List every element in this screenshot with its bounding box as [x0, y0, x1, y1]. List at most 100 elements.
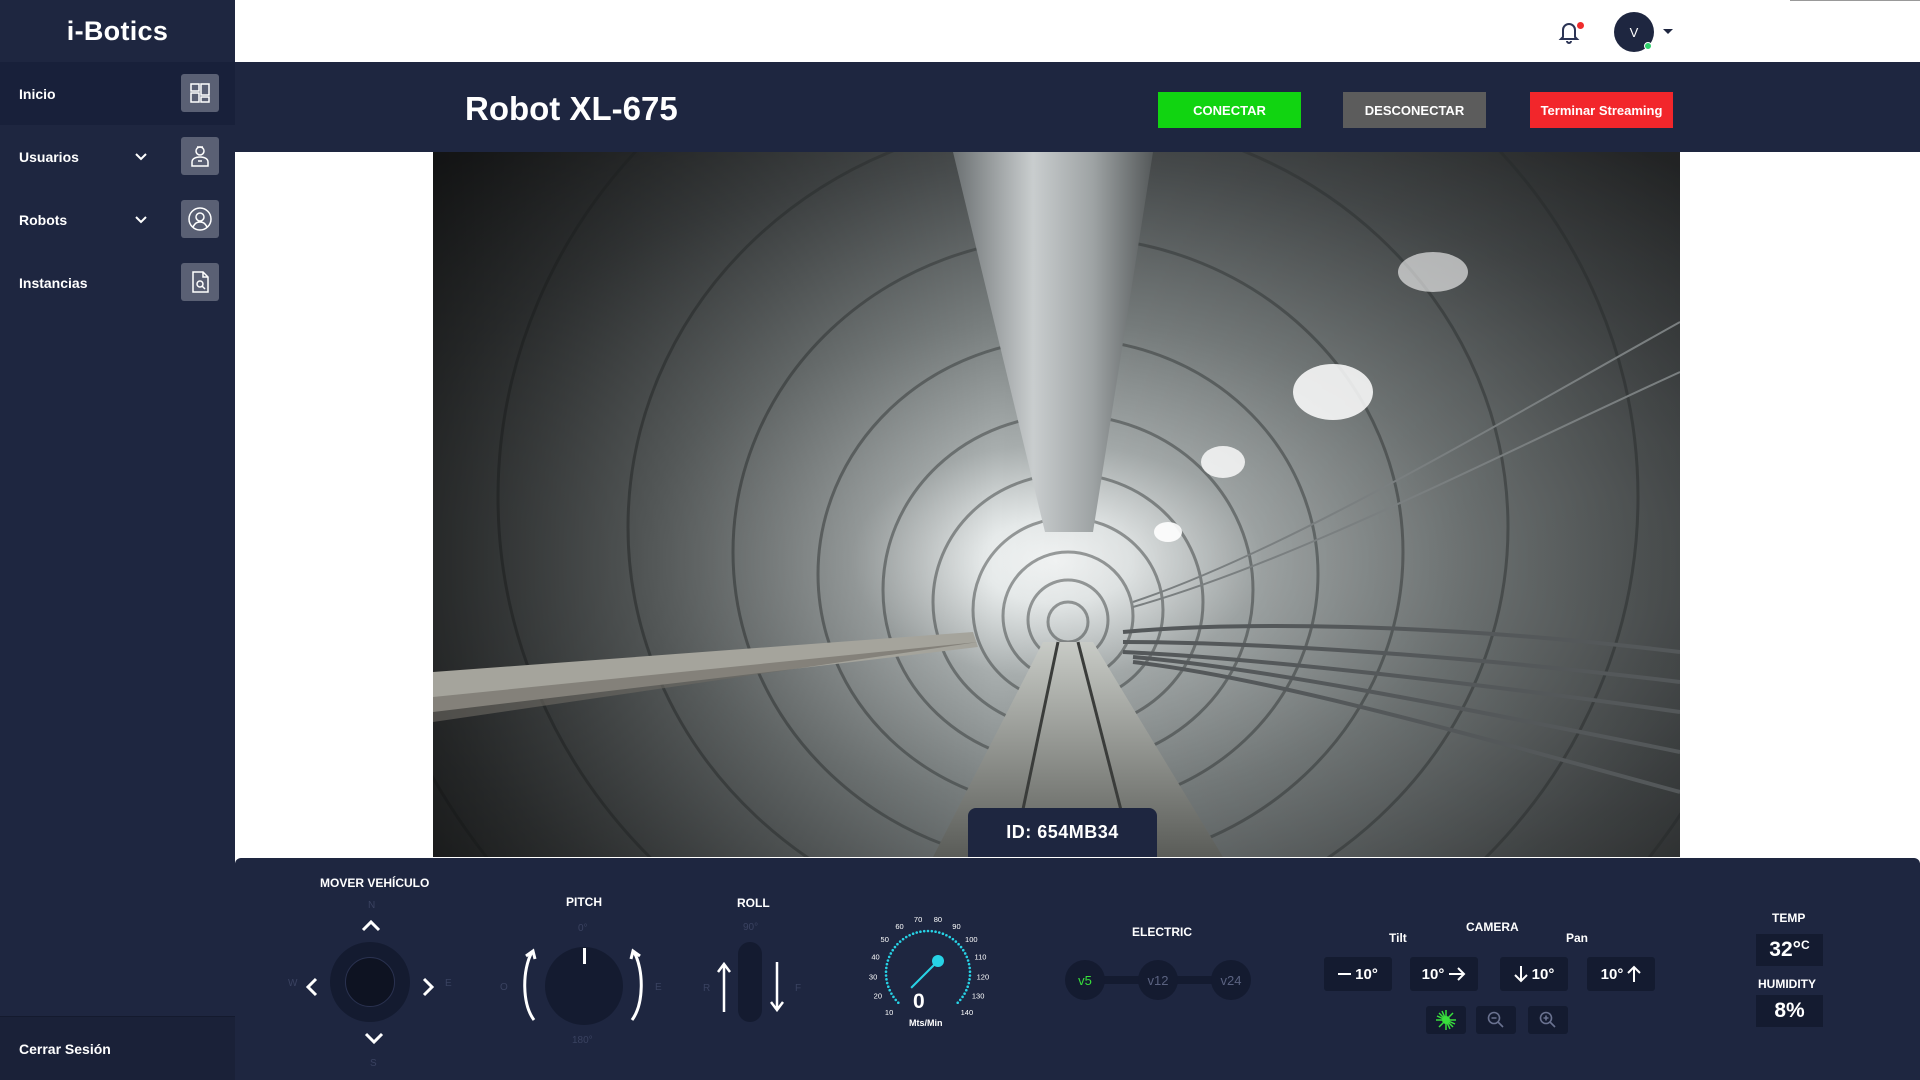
tilt-plus-button[interactable]: 10°	[1410, 957, 1478, 991]
gauge-dot	[968, 970, 972, 974]
gauge-dot	[894, 998, 898, 1002]
roll-slider-track[interactable]	[738, 942, 762, 1022]
humidity-value: 8%	[1756, 995, 1823, 1027]
notification-badge	[1577, 22, 1584, 29]
divider	[1790, 0, 1920, 1]
gauge-dot	[897, 1001, 900, 1004]
stop-streaming-button[interactable]: Terminar Streaming	[1530, 92, 1673, 128]
pan-label: Pan	[1566, 931, 1589, 945]
gauge-tick-label: 90	[952, 922, 960, 931]
gauge-dot	[937, 931, 941, 934]
user-icon	[181, 137, 219, 175]
gauge-dot	[886, 985, 890, 989]
gauge-dot	[898, 940, 902, 943]
roll-down-button[interactable]	[769, 960, 785, 1014]
compass-north-label: N	[368, 900, 376, 911]
zoom-out-button[interactable]	[1476, 1006, 1516, 1034]
tilt-minus-value: 10°	[1355, 965, 1378, 983]
sidebar-item-inicio[interactable]: Inicio	[0, 62, 235, 125]
temp-title: TEMP	[1772, 911, 1806, 925]
speedometer-gauge: 1020 30 4050 60 70 80 90 100 110 120 130 140	[869, 915, 989, 1017]
move-vehicle-title: MOVER VEHÍCULO	[320, 876, 430, 890]
gauge-dot	[919, 930, 922, 933]
page-title: Robot XL-675	[465, 90, 678, 127]
move-right-button[interactable]	[422, 976, 436, 998]
sidebar-item-instancias[interactable]: Instancias	[0, 251, 235, 314]
roll-up-button[interactable]	[716, 960, 732, 1014]
sidebar-item-label: Robots	[19, 211, 68, 228]
connect-button[interactable]: CONECTAR	[1158, 92, 1301, 128]
sidebar-item-usuarios[interactable]: Usuarios	[0, 125, 235, 188]
gauge-dot	[885, 966, 888, 970]
gauge-dot	[884, 970, 888, 974]
gauge-tick-label: 60	[895, 922, 903, 931]
roll-right-label: F	[795, 983, 802, 994]
compass-west-label: W	[288, 978, 298, 989]
move-down-button[interactable]	[363, 1032, 385, 1046]
joystick-knob[interactable]	[345, 957, 395, 1007]
gauge-dot	[966, 985, 970, 989]
logout-button[interactable]: Cerrar Sesión	[0, 1016, 235, 1080]
gauge-tick-label: 30	[869, 972, 877, 981]
gauge-dot	[930, 929, 934, 933]
pan-down-button[interactable]: 10°	[1500, 957, 1568, 991]
tilt-plus-value: 10°	[1421, 965, 1445, 983]
gauge-dot	[887, 955, 891, 959]
gauge-dot	[961, 948, 965, 952]
sidebar-item-label: Instancias	[19, 274, 88, 291]
gauge-dot	[968, 974, 972, 977]
gauge-dot	[926, 929, 930, 933]
caret-down-icon[interactable]	[1663, 29, 1673, 34]
pitch-down-button[interactable]	[518, 948, 538, 1022]
roll-top-label: 90°	[743, 922, 759, 933]
tilt-minus-button[interactable]: 10°	[1324, 957, 1392, 991]
gauge-dot	[889, 952, 893, 955]
gauge-dot	[967, 962, 971, 966]
zoom-out-icon	[1487, 1011, 1504, 1028]
voltage-v5-button[interactable]: v5	[1065, 960, 1105, 1000]
brand-logo[interactable]: i-Botics	[0, 0, 235, 62]
zoom-in-button[interactable]	[1528, 1006, 1568, 1034]
gauge-tick-label: 10	[885, 1008, 893, 1017]
gauge-dot	[884, 974, 888, 977]
gauge-dot	[961, 995, 964, 999]
pitch-bottom-label: 180°	[572, 1035, 593, 1046]
chevron-down-icon	[135, 153, 147, 161]
move-left-button[interactable]	[304, 976, 318, 998]
gauge-dot	[954, 940, 958, 943]
voltage-v24-button[interactable]: v24	[1211, 960, 1251, 1000]
temp-value: 32°	[1769, 938, 1802, 961]
online-status-dot	[1644, 42, 1652, 50]
gauge-dot	[967, 981, 971, 985]
gauge-hub	[932, 955, 944, 967]
move-up-button[interactable]	[360, 918, 382, 932]
gauge-dot	[896, 942, 899, 946]
speed-value: 0	[913, 990, 925, 1013]
camera-light-button[interactable]	[1426, 1006, 1466, 1034]
pan-up-button[interactable]: 10°	[1587, 957, 1655, 991]
robot-header: Robot XL-675 CONECTAR DESCONECTAR Termin…	[235, 62, 1920, 152]
document-search-icon	[181, 263, 219, 301]
gauge-dot	[956, 1001, 959, 1004]
gauge-dot	[885, 978, 888, 981]
gauge-tick-label: 40	[871, 953, 879, 962]
gauge-dot	[922, 929, 926, 933]
sidebar: i-Botics Inicio Usuarios Robots Instanci…	[0, 0, 235, 1080]
gauge-dot	[885, 962, 889, 966]
voltage-v12-button[interactable]: v12	[1138, 960, 1178, 1000]
gauge-dot	[891, 948, 895, 952]
gauge-dot	[948, 935, 952, 939]
zoom-in-icon	[1539, 1011, 1556, 1028]
pan-up-value: 10°	[1600, 965, 1624, 983]
sidebar-item-robots[interactable]: Robots	[0, 188, 235, 251]
pitch-up-button[interactable]	[628, 948, 648, 1022]
gauge-dot	[885, 981, 889, 985]
gauge-tick-label: 140	[961, 1008, 974, 1017]
gauge-tick-label: 130	[972, 992, 985, 1001]
chevron-down-icon	[135, 216, 147, 224]
compass-south-label: S	[370, 1058, 377, 1069]
gauge-dot	[959, 945, 963, 949]
sidebar-item-label: Usuarios	[19, 148, 79, 165]
disconnect-button[interactable]: DESCONECTAR	[1343, 92, 1486, 128]
gauge-dot	[892, 995, 895, 999]
